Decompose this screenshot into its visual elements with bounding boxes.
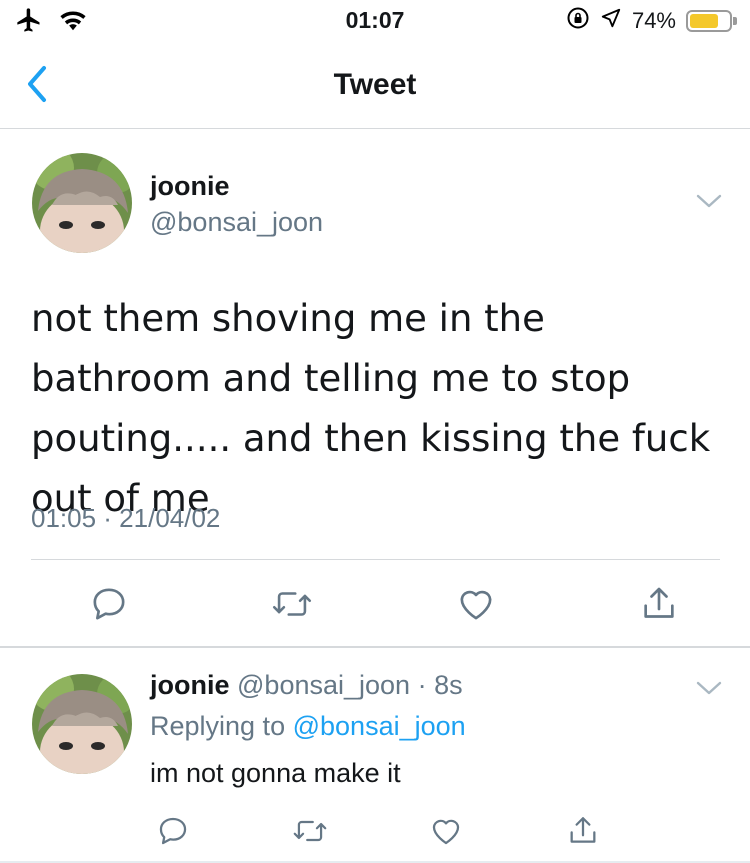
replying-to-label: Replying to [150, 711, 286, 741]
battery-percent: 74% [631, 7, 676, 33]
author-handle[interactable]: @bonsai_joon [150, 207, 323, 238]
reply-menu-button[interactable] [696, 680, 722, 701]
time-separator: · [417, 670, 427, 700]
reply-tweet[interactable]: joonie @bonsai_joon · 8s Replying to @bo… [0, 648, 750, 863]
tweet-timestamp: 01:05 · 21/04/02 [31, 503, 221, 533]
like-button[interactable] [421, 808, 471, 854]
status-right: 74% [566, 6, 737, 35]
retweet-button[interactable] [267, 581, 317, 627]
author-name[interactable]: joonie [150, 670, 230, 700]
heart-icon [433, 819, 460, 845]
reply-text: im not gonna make it [150, 758, 401, 788]
retweet-icon [293, 820, 326, 842]
reply-actions [148, 808, 608, 854]
share-button[interactable] [634, 581, 684, 627]
tweet-text: not them shoving me in the bathroom and … [31, 297, 711, 520]
author-name[interactable]: joonie [150, 171, 230, 202]
location-icon [600, 7, 622, 34]
divider [31, 559, 720, 560]
heart-icon [460, 590, 492, 620]
tweet-menu-button[interactable] [696, 193, 722, 214]
author-handle[interactable]: @bonsai_joon [237, 670, 410, 700]
replying-to: Replying to @bonsai_joon [150, 711, 466, 742]
status-bar: 01:07 74% [0, 0, 750, 40]
orientation-lock-icon [566, 6, 590, 35]
share-icon [570, 817, 596, 843]
chevron-down-icon [696, 681, 722, 695]
share-button[interactable] [558, 808, 608, 854]
chevron-down-icon [696, 194, 722, 208]
reply-time: 8s [434, 670, 463, 700]
page-title: Tweet [333, 68, 417, 101]
reply-button[interactable] [84, 581, 134, 627]
retweet-icon [273, 592, 312, 616]
reply-header: joonie @bonsai_joon · 8s [150, 670, 463, 701]
mention-link[interactable]: @bonsai_joon [293, 711, 466, 741]
share-icon [644, 587, 674, 618]
avatar[interactable] [32, 153, 132, 253]
like-button[interactable] [451, 581, 501, 627]
reply-button[interactable] [148, 808, 198, 854]
avatar[interactable] [32, 674, 132, 774]
retweet-button[interactable] [285, 808, 335, 854]
nav-header: Tweet [0, 40, 750, 129]
reply-icon [93, 588, 125, 620]
battery-level [690, 13, 718, 28]
battery-cap [733, 16, 737, 25]
battery-icon [686, 9, 737, 32]
tweet-actions [84, 581, 684, 627]
reply-icon [159, 817, 187, 845]
